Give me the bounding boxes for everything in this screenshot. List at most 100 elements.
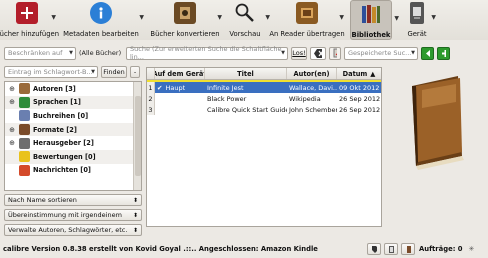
clear-icon	[314, 48, 322, 58]
row-number: 1	[147, 82, 155, 93]
add-saved-search-button[interactable]	[437, 46, 450, 60]
column-header-device[interactable]: Auf dem Gerät	[155, 68, 205, 79]
tag-browser-scrollbar[interactable]	[133, 82, 141, 190]
chevron-down-icon[interactable]: ▼	[139, 14, 144, 21]
tag-category-item[interactable]: Nachrichten [0]	[5, 164, 141, 178]
expand-icon[interactable]: ⊕	[8, 139, 16, 147]
tag-category-label: Bewertungen [0]	[33, 152, 96, 161]
column-header-title[interactable]: Titel	[205, 68, 287, 79]
saved-search-input[interactable]: Gespeicherte Suc... ▼	[344, 46, 418, 60]
tag-category-item[interactable]: ⊕ Herausgeber [2]	[5, 136, 141, 150]
checkmark-icon: ✔	[157, 83, 163, 92]
book-row[interactable]: 1 ✔ Haupt Infinite Jest Wallace, Davi... 09 O…	[147, 82, 381, 93]
tag-search-input[interactable]: Eintrag im Schlagwort-B... ▼	[4, 66, 98, 78]
magnifier-icon	[234, 2, 256, 24]
tag-category-label: Herausgeber [2]	[33, 139, 94, 148]
match-mode-label: Übereinstimmung mit irgendeinem	[8, 211, 122, 219]
chevron-down-icon[interactable]: ▼	[431, 14, 436, 21]
chevron-down-icon[interactable]: ▼	[394, 15, 399, 22]
book-title-cell-text: Black Power	[207, 94, 247, 103]
row-number: 2	[147, 93, 155, 104]
edit-metadata-label: Metadaten bearbeiten	[63, 30, 139, 38]
book-author-cell-text: Wallace, Davi...	[289, 83, 337, 92]
tag-category-label: Formate [2]	[33, 125, 77, 134]
add-books-button[interactable]: Bücher hinzufügen ▼	[0, 0, 59, 40]
expand-icon[interactable]: ⊕	[8, 126, 16, 134]
tag-category-item[interactable]: ⊕ Formate [2]	[5, 122, 141, 137]
convert-books-label: Bücher konvertieren	[150, 30, 220, 38]
library-label: Bibliothek	[351, 31, 391, 39]
expand-icon[interactable]: ⊕	[8, 85, 16, 93]
tag-category-label: Nachrichten [0]	[33, 166, 91, 175]
chevron-down-icon[interactable]: ▼	[265, 14, 270, 21]
series-icon	[19, 110, 30, 122]
book-device-cell: ✔ Haupt	[155, 82, 205, 93]
manage-select[interactable]: Verwalte Autoren, Schlagwörter, etc. ⬍	[4, 224, 142, 236]
chevron-down-icon: ▼	[91, 69, 95, 75]
convert-book-icon	[174, 2, 196, 24]
status-bar: calibre Version 0.8.38 erstellt von Kovi…	[0, 240, 488, 258]
row-number-header	[147, 68, 155, 79]
tag-category-item[interactable]: Bewertungen [0]	[5, 149, 141, 164]
view-button[interactable]: Vorschau ▼	[228, 0, 270, 40]
row-number-text: 3	[148, 105, 153, 114]
tag-category-item[interactable]: ⊕ Sprachen [1]	[5, 95, 141, 110]
book-row[interactable]: 2 Black Power Wikipedia 26 Sep 2012	[147, 93, 381, 104]
tweak-button[interactable]	[367, 243, 381, 255]
search-go-button[interactable]: Los!	[291, 46, 307, 60]
match-mode-select[interactable]: Übereinstimmung mit irgendeinem ⬍	[4, 209, 142, 221]
column-header-author[interactable]: Autor(en)	[287, 68, 337, 79]
chevron-down-icon[interactable]: ▼	[339, 14, 344, 21]
scrollbar-thumb[interactable]	[135, 96, 141, 176]
book-title-cell-text: Infinite Jest	[207, 83, 244, 92]
spinner-icon: ✳	[468, 245, 475, 253]
book-date-cell: 09 Okt 2012	[337, 82, 381, 93]
book-row[interactable]: 3 Calibre Quick Start Guide John Schember 2…	[147, 104, 381, 115]
advanced-search-icon	[333, 48, 337, 58]
book-author-cell-text: Wikipedia	[289, 94, 321, 103]
book-date-cell-text: 26 Sep 2012	[339, 105, 381, 114]
jobs-label[interactable]: Aufträge: 0	[419, 245, 463, 253]
edit-metadata-button[interactable]: Metadaten bearbeiten ▼	[63, 0, 144, 40]
collapse-button[interactable]: -	[130, 66, 140, 78]
cover-grid-button[interactable]	[401, 243, 415, 255]
book-author-cell: John Schember	[287, 104, 337, 115]
book-cover[interactable]	[400, 72, 472, 172]
book-title-cell: Black Power	[205, 93, 287, 104]
send-to-device-label: An Reader übertragen	[269, 30, 345, 38]
restrict-to-select[interactable]: Beschränken auf ▼	[4, 46, 76, 60]
tag-category-item[interactable]: Buchreihen [0]	[5, 109, 141, 123]
save-search-button[interactable]	[421, 46, 434, 60]
clear-search-button[interactable]	[310, 46, 326, 60]
book-date-cell: 26 Sep 2012	[337, 93, 381, 104]
chevron-down-icon[interactable]: ▼	[217, 14, 222, 21]
ebook-reader-icon	[410, 2, 424, 24]
layout-button[interactable]	[384, 243, 398, 255]
sort-asc-icon: ▲	[370, 69, 376, 78]
book-date-cell-text: 26 Sep 2012	[339, 94, 381, 103]
sort-by-select[interactable]: Nach Name sortieren ⬍	[4, 194, 142, 206]
chevron-down-icon[interactable]: ▼	[51, 14, 56, 21]
manage-label: Verwalte Autoren, Schlagwörter, etc.	[8, 226, 128, 234]
device-button[interactable]: Gerät ▼	[404, 0, 436, 40]
column-header-date[interactable]: Datum ▲	[337, 68, 381, 79]
library-button[interactable]: Bibliothek ▼	[350, 0, 399, 40]
tag-category-item[interactable]: ⊕ Autoren [3]	[5, 82, 141, 96]
book-author-cell: Wikipedia	[287, 93, 337, 104]
convert-books-button[interactable]: Bücher konvertieren ▼	[150, 0, 222, 40]
search-input[interactable]: Suche (Zur erweiterten Suche die Schaltf…	[126, 45, 288, 61]
expand-icon[interactable]: ⊕	[8, 98, 16, 106]
row-number: 3	[147, 104, 155, 115]
send-to-device-button[interactable]: An Reader übertragen ▼	[269, 0, 345, 40]
advanced-search-button[interactable]	[329, 46, 341, 60]
view-label: Vorschau	[229, 30, 261, 38]
chevron-down-icon: ▼	[411, 50, 415, 56]
book-icon	[407, 245, 411, 253]
find-button[interactable]: Finden	[101, 66, 127, 78]
saved-search-placeholder: Gespeicherte Suc...	[348, 49, 412, 57]
add-book-icon	[16, 2, 38, 24]
chevron-down-icon: ▼	[281, 50, 285, 56]
tag-category-label: Buchreihen [0]	[33, 111, 89, 120]
library-icon	[360, 3, 382, 25]
book-author-cell: Wallace, Davi...	[287, 82, 337, 93]
